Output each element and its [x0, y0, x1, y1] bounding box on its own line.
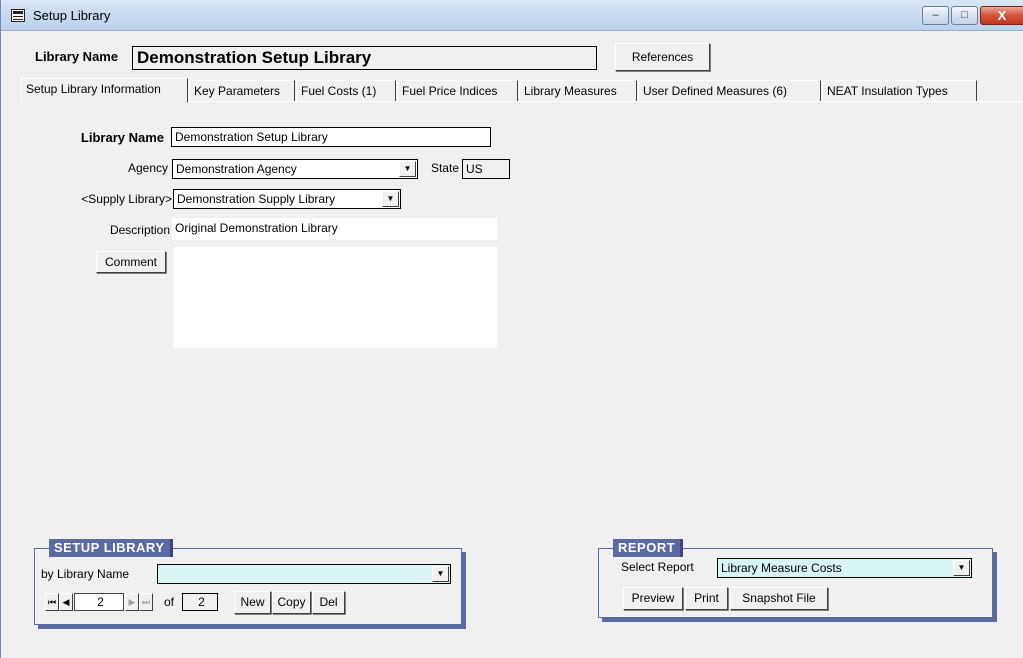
tab-neat-insulation-types[interactable]: NEAT Insulation Types	[822, 80, 977, 102]
library-name-field[interactable]: Demonstration Setup Library	[171, 127, 491, 147]
state-label: State	[430, 161, 459, 175]
supply-library-value: Demonstration Supply Library	[177, 192, 336, 206]
tab-fuel-price-indices[interactable]: Fuel Price Indices	[397, 80, 518, 102]
agency-label: Agency	[127, 161, 168, 175]
minimize-icon: –	[932, 9, 939, 21]
minimize-button[interactable]: –	[922, 6, 949, 25]
references-button[interactable]: References	[615, 43, 710, 71]
tab-library-measures[interactable]: Library Measures	[519, 80, 637, 102]
agency-combo[interactable]: Demonstration Agency ▼	[172, 159, 418, 179]
supply-library-dropdown-icon[interactable]: ▼	[382, 191, 399, 207]
report-group: REPORT Select Report Library Measure Cos…	[598, 539, 993, 618]
form-icon	[11, 9, 25, 22]
description-field[interactable]: Original Demonstration Library	[172, 218, 497, 240]
of-label: of	[164, 595, 175, 609]
tab-fuel-costs[interactable]: Fuel Costs (1)	[296, 80, 396, 102]
select-report-combo[interactable]: Library Measure Costs ▼	[717, 558, 972, 578]
agency-value: Demonstration Agency	[176, 162, 297, 176]
preview-button[interactable]: Preview	[623, 587, 683, 610]
select-report-value: Library Measure Costs	[721, 561, 842, 575]
header-library-name-label: Library Name	[35, 49, 119, 64]
library-name-search-combo[interactable]: ▼	[157, 564, 451, 584]
supply-library-label: <Supply Library>	[81, 192, 172, 206]
current-record-field[interactable]: 2	[74, 593, 124, 611]
select-report-label: Select Report	[621, 560, 694, 574]
close-button[interactable]: X	[980, 6, 1023, 25]
tab-setup-library-information[interactable]: Setup Library Information	[21, 78, 188, 103]
record-navigator: ⏮ ◀ 2 ▶ ⏭ of 2 New Copy Del	[45, 591, 445, 615]
supply-library-combo[interactable]: Demonstration Supply Library ▼	[173, 189, 401, 209]
comment-button[interactable]: Comment	[96, 251, 166, 273]
by-library-name-label: by Library Name	[41, 567, 130, 581]
last-record-icon[interactable]: ⏭	[139, 593, 153, 611]
maximize-button[interactable]: □	[951, 6, 978, 25]
tab-key-parameters[interactable]: Key Parameters	[189, 80, 295, 102]
library-name-search-dropdown-icon[interactable]: ▼	[432, 566, 449, 582]
agency-dropdown-icon[interactable]: ▼	[399, 161, 416, 177]
previous-record-icon[interactable]: ◀	[59, 593, 73, 611]
header-row: Library Name Demonstration Setup Library	[1, 43, 1023, 73]
title-bar: Setup Library – □ X	[1, 0, 1023, 31]
print-button[interactable]: Print	[685, 587, 728, 610]
next-record-icon[interactable]: ▶	[125, 593, 139, 611]
state-field[interactable]: US	[462, 159, 510, 179]
library-name-label: Library Name	[80, 130, 164, 145]
copy-button[interactable]: Copy	[272, 591, 311, 614]
total-records-field: 2	[182, 593, 218, 611]
window-title: Setup Library	[33, 8, 111, 23]
select-report-dropdown-icon[interactable]: ▼	[953, 560, 970, 576]
delete-button[interactable]: Del	[312, 591, 345, 614]
comment-memo[interactable]	[173, 247, 497, 348]
header-library-name-value: Demonstration Setup Library	[132, 46, 597, 70]
setup-library-window: Setup Library – □ X Library Name Demonst…	[0, 0, 1023, 658]
report-group-title: REPORT	[613, 539, 684, 557]
maximize-icon: □	[961, 9, 968, 21]
snapshot-file-button[interactable]: Snapshot File	[730, 587, 828, 610]
setup-library-group-title: SETUP LIBRARY	[49, 539, 173, 557]
setup-library-group: SETUP LIBRARY by Library Name ▼ ⏮ ◀ 2 ▶ …	[34, 539, 462, 625]
tab-user-defined-measures[interactable]: User Defined Measures (6)	[638, 80, 821, 102]
description-label: Description	[109, 223, 170, 237]
close-icon: X	[997, 8, 1007, 23]
new-button[interactable]: New	[234, 591, 271, 614]
first-record-icon[interactable]: ⏮	[45, 593, 59, 611]
